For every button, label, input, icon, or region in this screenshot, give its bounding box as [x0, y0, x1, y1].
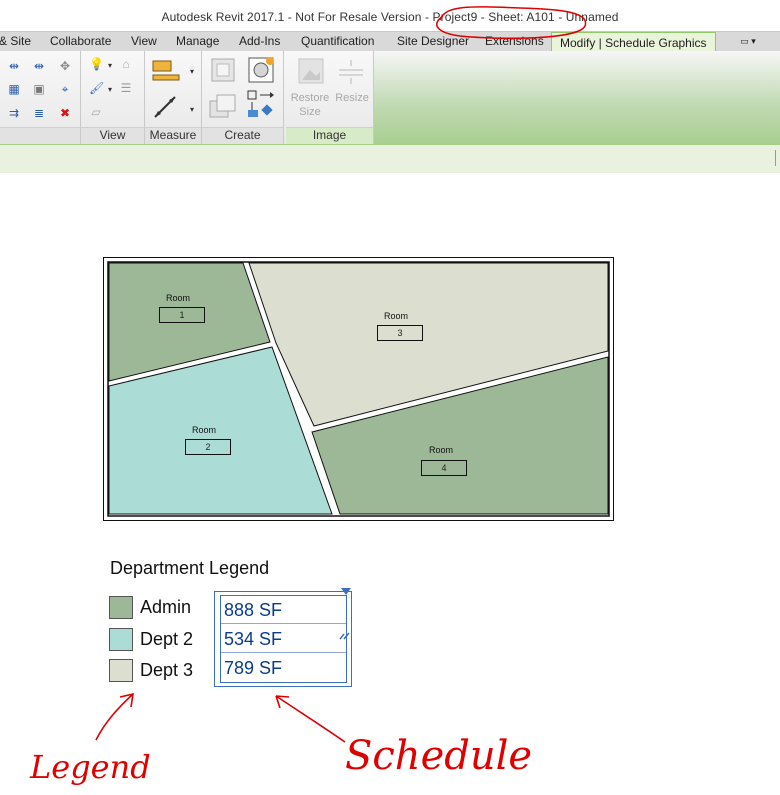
tab-add-ins[interactable]: Add-Ins: [239, 34, 280, 48]
panel-view: 💡 ▾ ⌂ 🖌 ▾ ☰ ▱ View: [81, 51, 145, 144]
legend-swatch-dept-2: [109, 628, 133, 651]
pin-icon[interactable]: ⌖: [58, 82, 72, 96]
tab-manage[interactable]: Manage: [176, 34, 219, 48]
tab-site-designer[interactable]: Site Designer: [397, 34, 469, 48]
restore-size-icon[interactable]: [296, 56, 326, 86]
align-icon[interactable]: ⇹: [7, 59, 21, 73]
create-group-icon[interactable]: [246, 55, 276, 85]
schedule-row[interactable]: 534 SF: [221, 625, 346, 653]
room-2-name: Room: [192, 425, 217, 435]
ribbon-tab-bar: & Site Collaborate View Manage Add-Ins Q…: [0, 31, 780, 53]
eraser-icon[interactable]: ▱: [89, 105, 103, 119]
panel-modify-label-bar: [0, 127, 80, 144]
trim-icon[interactable]: ≣: [32, 106, 46, 120]
room-3-number-tag[interactable]: 3: [377, 325, 423, 341]
tab-quantification[interactable]: Quantification: [301, 34, 374, 48]
panel-image-label-bar: Image: [286, 127, 373, 144]
room-2-number-tag[interactable]: 2: [185, 439, 231, 455]
legend-title: Department Legend: [110, 558, 270, 578]
title-bar: Autodesk Revit 2017.1 - Not For Resale V…: [0, 0, 780, 32]
panel-measure: ▾ ▾ Measure: [145, 51, 202, 144]
chevron-down-icon[interactable]: ▾: [103, 83, 117, 97]
legend-label-dept-2: Dept 2: [140, 629, 194, 649]
window-title: Autodesk Revit 2017.1 - Not For Resale V…: [161, 10, 619, 24]
panel-measure-label: Measure: [149, 128, 197, 142]
component-icon[interactable]: [208, 55, 238, 85]
legend-swatch-dept-3: [109, 659, 133, 682]
chevron-down-icon[interactable]: ▾: [103, 59, 117, 73]
panel-create-label-bar: Create: [202, 127, 283, 144]
schedule-row[interactable]: 888 SF: [221, 596, 346, 624]
delete-icon[interactable]: ✖: [58, 106, 72, 120]
tab-modify-schedule-graphics[interactable]: Modify | Schedule Graphics: [551, 32, 716, 53]
scale-icon[interactable]: ▣: [32, 82, 46, 96]
legend-label-dept-3: Dept 3: [140, 660, 194, 680]
resize-icon[interactable]: [336, 56, 366, 86]
options-bar: [0, 144, 780, 174]
legend-label-admin: Admin: [140, 597, 192, 617]
floor-plan-viewport[interactable]: Room 1 Room 2 Room 3 Room 4: [103, 257, 614, 521]
restore-size-label[interactable]: Restore Size: [288, 91, 332, 119]
options-bar-divider: [775, 150, 776, 166]
schedule-row[interactable]: 789 SF: [221, 654, 346, 682]
panel-image-label: Image: [312, 128, 347, 142]
array-icon[interactable]: ▦: [7, 82, 21, 96]
lightbulb-icon[interactable]: 💡: [89, 57, 104, 71]
tab-extensions[interactable]: Extensions: [485, 34, 544, 48]
panel-create: Create: [202, 51, 284, 144]
tab-massing-site[interactable]: & Site: [0, 34, 31, 48]
offset-icon[interactable]: ⇹: [32, 59, 46, 73]
panel-view-label: View: [99, 128, 126, 142]
schedule-resize-handle[interactable]: [341, 588, 351, 596]
panel-create-label: Create: [224, 128, 261, 142]
split-icon[interactable]: ⇉: [7, 106, 21, 120]
schedule-graphic[interactable]: 888 SF 534 SF 789 SF: [214, 588, 352, 687]
tab-collaborate[interactable]: Collaborate: [50, 34, 111, 48]
tab-view[interactable]: View: [131, 34, 157, 48]
room-1-name: Room: [166, 293, 191, 303]
linework-icon[interactable]: ☰: [119, 81, 133, 95]
resize-label[interactable]: Resize: [334, 91, 370, 105]
chevron-down-icon[interactable]: ▾: [185, 103, 199, 117]
ribbon: ⇹ ⇹ ✥ ▦ ▣ ⌖ ⇉ ≣ ✖ 💡 ▾ ⌂ 🖌 ▾ ☰ ▱ View ▾ ▾…: [0, 51, 780, 144]
room-1-number-tag[interactable]: 1: [159, 307, 205, 323]
graphics-overrides-icon[interactable]: ⌂: [119, 57, 133, 71]
schedule-annotation-text: Schedule: [345, 733, 533, 779]
room-4-name: Room: [429, 445, 454, 455]
paintbrush-icon[interactable]: 🖌: [89, 81, 104, 95]
ribbon-minimize-toggle[interactable]: ▭ ▾: [734, 35, 762, 48]
panel-measure-label-bar: Measure: [145, 127, 201, 144]
dimension-icon[interactable]: [151, 91, 181, 121]
legend-swatch-admin: [109, 596, 133, 619]
panel-image: Restore Size Resize Image: [286, 51, 374, 144]
parts-icon[interactable]: [246, 89, 276, 119]
schedule-table: 888 SF 534 SF 789 SF: [220, 595, 347, 683]
measure-icon[interactable]: [151, 57, 181, 87]
assembly-icon[interactable]: [208, 91, 238, 121]
ribbon-context-fill: [373, 51, 780, 144]
panel-view-label-bar: View: [81, 127, 144, 144]
room-4-number-tag[interactable]: 4: [421, 460, 467, 476]
chevron-down-icon[interactable]: ▾: [185, 65, 199, 79]
schedule-split-handle[interactable]: [339, 631, 351, 641]
panel-modify: ⇹ ⇹ ✥ ▦ ▣ ⌖ ⇉ ≣ ✖: [0, 51, 81, 144]
mirror-icon[interactable]: ✥: [58, 59, 72, 73]
legend-annotation-text: Legend: [30, 748, 151, 786]
room-3-name: Room: [384, 311, 409, 321]
